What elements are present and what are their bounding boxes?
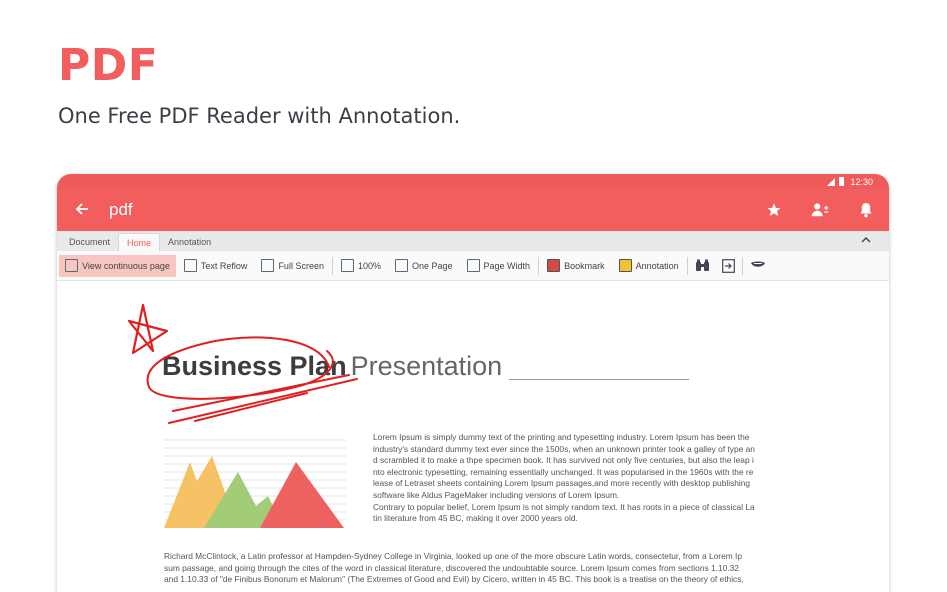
annotation-icon [618, 259, 632, 272]
paragraph-line: d scrambled it to make a thpe specimen b… [373, 455, 754, 466]
one-page-button[interactable]: One Page [389, 255, 459, 277]
page-width-button[interactable]: Page Width [461, 255, 537, 277]
paragraph-line: and 1.10.33 of "de Finibus Bonorum et Ma… [164, 574, 744, 585]
ribbon-toolbar: View continuous page Text Reflow Full Sc… [57, 251, 889, 281]
paragraph-line: Contrary to popular belief, Lorem Ipsum … [373, 501, 755, 512]
toolbar-divider [686, 256, 688, 275]
text-reflow-label: Text Reflow [200, 260, 248, 271]
bookmark-icon [547, 259, 561, 272]
tab-home[interactable]: Home [118, 233, 161, 251]
text-reflow-button[interactable]: Text Reflow [178, 255, 254, 277]
ink-star-annotation [127, 303, 169, 355]
document-title-bold: Business Plan [162, 351, 347, 381]
paragraph-line: Lorem Ipsum is simply dummy text of the … [373, 432, 750, 442]
status-time: 12:30 [850, 176, 873, 187]
bookmark-label: Bookmark [564, 260, 605, 271]
ink-underline-annotation [168, 374, 358, 424]
annotation-button[interactable]: Annotation [613, 255, 685, 277]
full-screen-icon [261, 259, 275, 272]
binoculars-icon [695, 259, 709, 271]
document-title: Business Plan Presentation [162, 351, 502, 382]
toolbar-divider [741, 256, 743, 275]
person-add-icon[interactable] [811, 202, 829, 218]
app-bar: pdf [57, 189, 889, 231]
mountain-chart-illustration [164, 439, 346, 528]
toolbar-divider [331, 256, 333, 275]
paragraph-line: industry's standard dummy text ever sinc… [373, 443, 755, 454]
go-to-page-button[interactable] [717, 255, 740, 277]
bell-icon[interactable] [857, 202, 875, 218]
paragraph-line: software like Aldus PageMaker including … [373, 489, 620, 500]
title-underline [509, 379, 689, 380]
zoom-label: 100% [357, 260, 381, 271]
back-arrow-icon[interactable] [75, 200, 97, 221]
chevron-up-icon[interactable] [861, 234, 871, 246]
toolbar-divider [538, 256, 540, 275]
app-title: pdf [109, 200, 133, 219]
signal-icon [827, 177, 836, 186]
document-page[interactable]: Business Plan Presentation Lorem Ipsum is… [57, 281, 889, 592]
annotation-label: Annotation [635, 260, 679, 271]
body-paragraph-2: Richard McClintock, a Latin professor at… [164, 551, 789, 586]
view-continuous-page-label: View continuous page [82, 260, 170, 271]
go-to-page-icon [721, 258, 735, 273]
tab-annotation[interactable]: Annotation [160, 233, 219, 251]
full-screen-label: Full Screen [278, 260, 324, 271]
tab-document[interactable]: Document [61, 233, 118, 251]
status-bar: 12:30 [57, 174, 889, 189]
zoom-100-button[interactable]: 100% [335, 255, 387, 277]
bookmark-button[interactable]: Bookmark [541, 255, 611, 277]
ribbon-tabs: Document Home Annotation [57, 231, 889, 251]
paragraph-line: Richard McClintock, a Latin professor at… [164, 551, 743, 561]
tablet-screen: 12:30 pdf Document Home Annotation View … [57, 174, 889, 592]
star-icon[interactable] [765, 202, 783, 218]
document-title-light: Presentation [350, 351, 503, 381]
promo-subtitle: One Free PDF Reader with Annotation. [58, 104, 461, 128]
view-continuous-page-button[interactable]: View continuous page [59, 254, 176, 277]
paragraph-line: tin literature from 45 BC, making it ove… [373, 513, 578, 524]
one-page-label: One Page [412, 260, 453, 271]
zoom-icon [340, 259, 354, 272]
paragraph-line: sum passage, and going through the cites… [164, 562, 739, 573]
continuous-page-icon [65, 259, 78, 272]
text-reflow-icon [183, 259, 197, 272]
promo-title: PDF [58, 40, 159, 91]
paragraph-line: nto electronic typesetting, remaining es… [373, 466, 754, 477]
paragraph-line: lease of Letraset sheets containing Lore… [373, 478, 751, 489]
body-paragraph-1: Lorem Ipsum is simply dummy text of the … [373, 432, 788, 525]
reading-mode-icon [750, 261, 765, 267]
find-button[interactable] [690, 255, 715, 277]
battery-icon [839, 177, 845, 186]
one-page-icon [395, 259, 408, 272]
page-width-icon [466, 259, 480, 272]
reading-mode-button[interactable] [745, 255, 771, 277]
full-screen-button[interactable]: Full Screen [255, 255, 330, 277]
page-width-label: Page Width [483, 260, 531, 271]
